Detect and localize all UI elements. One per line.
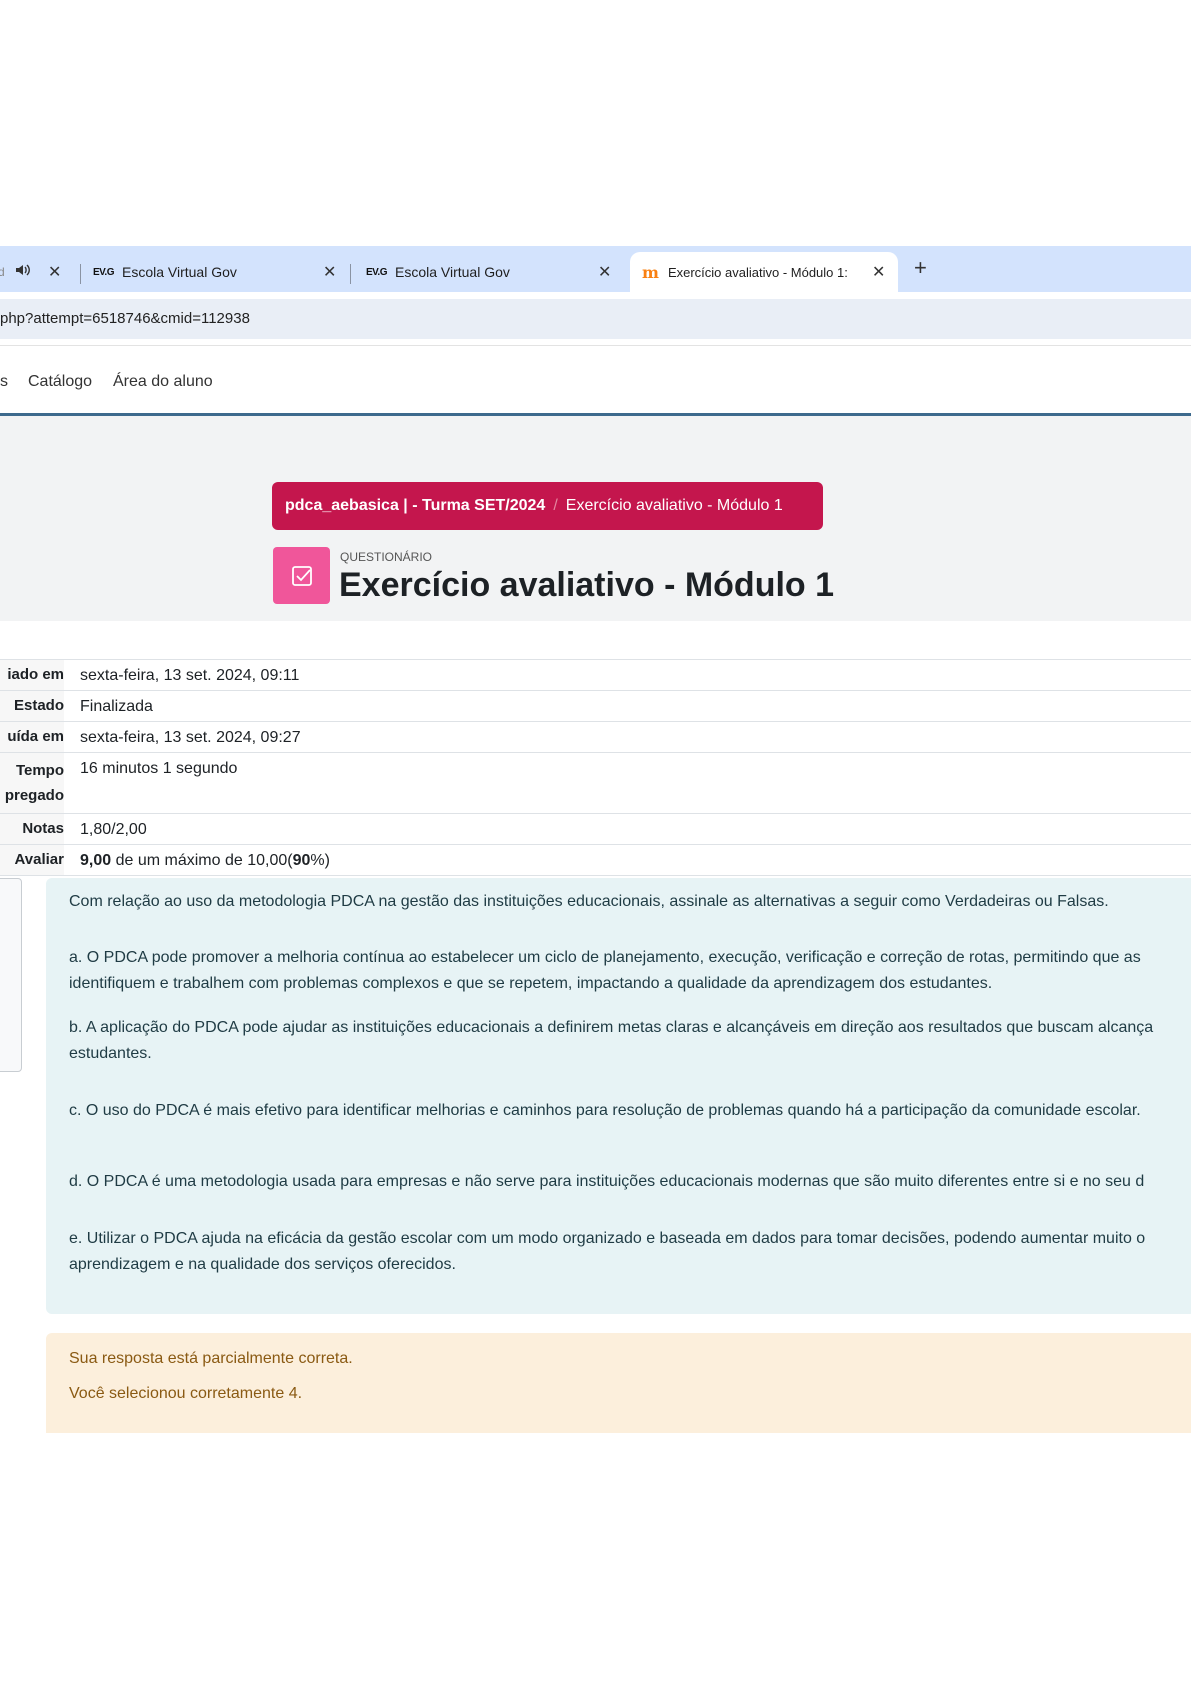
row-label: Notas [22, 820, 64, 837]
breadcrumb-separator: / [553, 497, 558, 514]
question-intro: Com relação ao uso da metodologia PDCA n… [69, 893, 1109, 910]
feedback-status: Sua resposta está parcialmente correta. [69, 1350, 353, 1367]
statement-b-line1: b. A aplicação do PDCA pode ajudar as in… [69, 1019, 1154, 1036]
statement-d: d. O PDCA é uma metodologia usada para e… [69, 1173, 1145, 1190]
table-row: Avaliar 9,00 de um máximo de 10,00(90%) [0, 845, 1191, 876]
close-tab-icon[interactable]: ✕ [598, 262, 611, 282]
table-row: Estado Finalizada [0, 691, 1191, 722]
close-tab-icon[interactable]: ✕ [323, 262, 336, 282]
table-row: Tempo pregado 16 minutos 1 segundo [0, 753, 1191, 814]
row-value: Finalizada [64, 691, 1191, 721]
address-bar[interactable]: php?attempt=6518746&cmid=112938 [0, 299, 1191, 339]
page-title: Exercício avaliativo - Módulo 1 [339, 566, 835, 604]
tab-title: d [0, 265, 5, 279]
feedback-detail: Você selecionou corretamente 4. [69, 1385, 303, 1402]
attempt-summary-table: iado em sexta-feira, 13 set. 2024, 09:11… [0, 659, 1191, 876]
row-label: uída em [7, 728, 64, 745]
evg-favicon-icon: EV.G [366, 266, 387, 278]
new-tab-button[interactable]: + [914, 255, 927, 281]
row-value: sexta-feira, 13 set. 2024, 09:27 [64, 722, 1191, 752]
statement-e-line1: e. Utilizar o PDCA ajuda na eficácia da … [69, 1230, 1146, 1247]
nav-item-area-do-aluno[interactable]: Área do aluno [113, 373, 213, 391]
quiz-icon [273, 547, 330, 604]
speaker-icon[interactable] [15, 263, 31, 281]
row-value: sexta-feira, 13 set. 2024, 09:11 [64, 660, 1191, 690]
module-type-label: QUESTIONÁRIO [340, 550, 433, 564]
tab-title: Exercício avaliativo - Módulo 1: [667, 264, 848, 280]
grade-percent: 90 [292, 852, 311, 869]
breadcrumb: pdca_aebasica | - Turma SET/2024 / Exerc… [272, 482, 823, 530]
row-label: Avaliar [14, 851, 64, 868]
feedback-box [46, 1333, 1191, 1433]
table-row: Notas 1,80/2,00 [0, 814, 1191, 845]
tab-title: Escola Virtual Gov [121, 264, 237, 280]
tab-divider [350, 264, 351, 284]
statement-e-line2: aprendizagem e na qualidade dos serviços… [69, 1256, 456, 1273]
evg-favicon-icon: EV.G [93, 266, 114, 278]
row-value: 16 minutos 1 segundo [64, 753, 1191, 813]
question-info-panel [0, 878, 22, 1072]
row-value: 9,00 de um máximo de 10,00(90%) [64, 845, 1191, 875]
tab-title: Escola Virtual Gov [394, 264, 510, 280]
tab-escola-virtual-2[interactable]: EV.G Escola Virtual Gov ✕ [366, 252, 616, 292]
tab-escola-virtual-1[interactable]: EV.G Escola Virtual Gov ✕ [93, 252, 343, 292]
close-tab-icon[interactable]: ✕ [48, 262, 61, 282]
statement-a-line2: identifiquem e trabalhem com problemas c… [69, 975, 993, 992]
grade-text-end: %) [310, 852, 330, 869]
close-tab-icon[interactable]: ✕ [872, 262, 885, 282]
row-value: 1,80/2,00 [64, 814, 1191, 844]
row-label: Tempo pregado [4, 762, 64, 804]
tab-partial[interactable]: d ✕ [0, 252, 61, 292]
breadcrumb-course[interactable]: pdca_aebasica | - Turma SET/2024 [285, 497, 545, 515]
site-navigation: s Catálogo Área do aluno [0, 345, 1191, 416]
statement-c: c. O uso do PDCA é mais efetivo para ide… [69, 1102, 1141, 1119]
grade-value: 9,00 [80, 852, 112, 869]
screenshot-frame: d ✕ EV.G Escola Virtual Gov ✕ EV.G Escol… [0, 0, 1191, 1684]
tab-divider [80, 264, 81, 284]
tab-exercicio-active[interactable]: m Exercício avaliativo - Módulo 1: ✕ [630, 252, 898, 292]
table-row: uída em sexta-feira, 13 set. 2024, 09:27 [0, 722, 1191, 753]
row-label: Estado [13, 697, 64, 714]
table-row: iado em sexta-feira, 13 set. 2024, 09:11 [0, 660, 1191, 691]
grade-text: de um máximo de 10,00( [111, 852, 293, 869]
url-text: php?attempt=6518746&cmid=112938 [0, 310, 250, 327]
moodle-icon: m [642, 262, 659, 282]
nav-item-partial[interactable]: s [0, 373, 8, 391]
statement-b-line2: estudantes. [69, 1045, 152, 1062]
row-label: iado em [7, 666, 64, 683]
statement-a-line1: a. O PDCA pode promover a melhoria contí… [69, 949, 1141, 966]
breadcrumb-activity[interactable]: Exercício avaliativo - Módulo 1 [566, 497, 783, 515]
browser-tab-strip: d ✕ EV.G Escola Virtual Gov ✕ EV.G Escol… [0, 246, 1191, 292]
nav-item-catalogo[interactable]: Catálogo [28, 373, 92, 391]
